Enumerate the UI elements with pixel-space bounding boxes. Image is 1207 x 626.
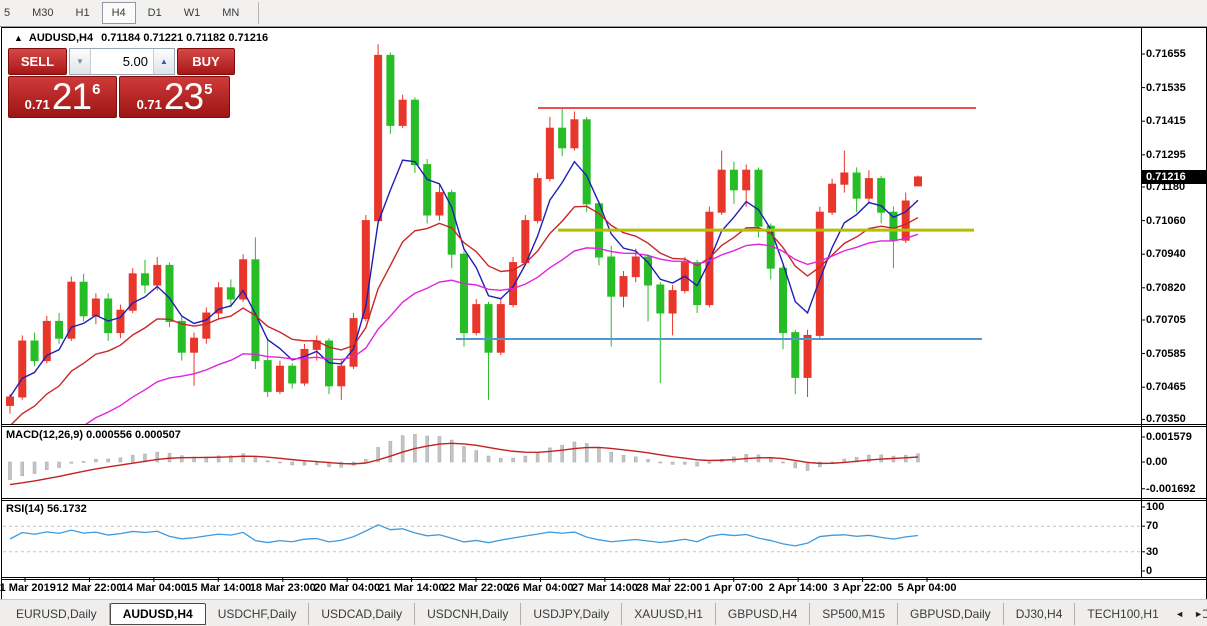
date-tick: 20 Mar 04:00 <box>314 582 381 594</box>
date-tick: 12 Mar 22:00 <box>56 582 123 594</box>
date-tick: 18 Mar 23:00 <box>249 582 316 594</box>
sell-button[interactable]: SELL <box>8 48 67 75</box>
sell-price-prefix: 0.71 <box>24 96 50 112</box>
price-tick: 0.71060 <box>1146 214 1186 227</box>
chart-window: ▲ AUDUSD,H4 0.71184 0.71221 0.71182 0.7121… <box>0 27 1207 600</box>
price-tick: 0.70820 <box>1146 281 1186 294</box>
sell-price-box[interactable]: 0.71 21 6 <box>8 76 117 118</box>
timeframe-button-mn[interactable]: MN <box>212 2 249 24</box>
macd-plot[interactable] <box>8 434 920 486</box>
chart-tab-usdcad-daily[interactable]: USDCAD,Daily <box>309 602 416 625</box>
timeframe-buttons: 5 M30 H1 H4 D1 W1 MN <box>0 2 250 24</box>
rsi-tick: 0 <box>1146 565 1153 577</box>
chart-tab-eurusd-daily[interactable]: EURUSD,Daily <box>4 602 110 625</box>
volume-field[interactable]: 5.00 <box>91 49 153 74</box>
timeframe-button-5[interactable]: 5 <box>1 2 20 24</box>
arrow-right-icon: ► <box>1194 608 1203 619</box>
chart-tab-xauusd-h1[interactable]: XAUUSD,H1 <box>622 602 716 625</box>
timeframe-button-h1[interactable]: H1 <box>66 2 100 24</box>
chart-title: ▲ AUDUSD,H4 0.71184 0.71221 0.71182 0.7121… <box>14 32 268 44</box>
date-tick: 22 Mar 22:00 <box>442 582 510 594</box>
one-click-trade-panel: SELL ▼ 5.00 ▲ BUY 0.71 21 6 0.71 23 5 <box>8 48 239 118</box>
price-tick: 0.71415 <box>1146 115 1186 128</box>
timeframe-button-h4[interactable]: H4 <box>101 2 136 24</box>
macd-tick: 0.001579 <box>1146 431 1192 443</box>
chart-tabs: EURUSD,Daily AUDUSD,H4 USDCHF,Daily USDCAD,… <box>4 602 1207 625</box>
price-tick: 0.71655 <box>1146 48 1186 60</box>
arrow-left-icon: ◄ <box>1175 608 1185 619</box>
rsi-tick: 30 <box>1146 545 1159 558</box>
chart-tab-sp500-m15[interactable]: SP500,M15 <box>810 602 898 625</box>
ohlc-values: 0.71184 0.71221 0.71182 0.71216 <box>101 32 269 44</box>
chart-tab-usdcnh-daily[interactable]: USDCNH,Daily <box>415 602 522 625</box>
price-tick: 0.71295 <box>1146 148 1186 161</box>
buy-price-box[interactable]: 0.71 23 5 <box>119 76 230 118</box>
macd-tick: -0.001692 <box>1146 482 1196 495</box>
tab-scroll-left-button[interactable]: ◄ <box>1175 609 1184 619</box>
chart-tab-tech100-h1[interactable]: TECH100,H1 <box>1075 602 1172 625</box>
tab-scroll-right-button[interactable]: ► <box>1194 609 1203 619</box>
buy-price-big: 23 <box>163 76 204 117</box>
volume-spinner: ▼ 5.00 ▲ <box>69 48 175 75</box>
date-tick: 3 Apr 22:00 <box>833 582 893 594</box>
price-tick: 0.70350 <box>1146 413 1186 426</box>
rsi-line <box>9 524 919 547</box>
rsi-plot[interactable] <box>3 524 1141 553</box>
date-tick: 21 Mar 14:00 <box>378 582 445 594</box>
macd-tick: 0.00 <box>1146 456 1168 468</box>
chart-tab-usdjpy-daily[interactable]: USDJPY,Daily <box>521 602 623 625</box>
date-tick: 14 Mar 04:00 <box>120 582 187 594</box>
date-tick: 11 Mar 2019 <box>0 582 56 594</box>
buy-price-prefix: 0.71 <box>136 96 162 112</box>
mt4-terminal: 5 M30 H1 H4 D1 W1 MN ▲ AUDUSD,H4 0.71184 0.71221… <box>0 0 1207 626</box>
current-price-tag: 0.71216 <box>1142 169 1207 184</box>
price-tick: 0.70940 <box>1146 248 1186 261</box>
date-tick: 15 Mar 14:00 <box>185 582 252 594</box>
date-tick: 5 Apr 04:00 <box>897 582 957 594</box>
buy-button[interactable]: BUY <box>177 48 235 75</box>
volume-decrease-button[interactable]: ▼ <box>70 49 91 74</box>
buy-price-pip: 5 <box>204 80 213 98</box>
macd-label: MACD(12,26,9) 0.000556 0.000507 <box>6 429 181 441</box>
date-tick: 1 Apr 07:00 <box>704 582 764 594</box>
sell-price-pip: 6 <box>92 80 101 98</box>
chart-tab-dj30-h4[interactable]: DJ30,H4 <box>1004 602 1076 625</box>
price-tick: 0.71535 <box>1146 81 1186 94</box>
chart-tab-gbpusd-daily[interactable]: GBPUSD,Daily <box>898 602 1004 625</box>
date-tick: 26 Mar 04:00 <box>507 582 574 594</box>
symbol-title: AUDUSD,H4 <box>28 32 94 44</box>
timeframe-button-m30[interactable]: M30 <box>22 2 63 24</box>
price-tick: 0.70465 <box>1146 381 1186 394</box>
rsi-label: RSI(14) 56.1732 <box>6 503 87 515</box>
timeframe-toolbar: 5 M30 H1 H4 D1 W1 MN <box>0 0 1207 27</box>
toolbar-separator <box>258 2 260 24</box>
rsi-tick: 70 <box>1146 520 1159 533</box>
price-tick: 0.70585 <box>1146 347 1186 360</box>
chart-tab-audusd-h4[interactable]: AUDUSD,H4 <box>109 602 206 625</box>
tab-scroll-arrows: ◄ ► <box>1167 600 1203 626</box>
volume-increase-button[interactable]: ▲ <box>153 49 174 74</box>
date-tick: 2 Apr 14:00 <box>768 582 828 594</box>
rsi-tick: 100 <box>1146 501 1165 513</box>
timeframe-button-w1[interactable]: W1 <box>174 2 211 24</box>
timeframe-button-d1[interactable]: D1 <box>138 2 172 24</box>
date-tick: 28 Mar 22:00 <box>636 582 703 594</box>
triangle-up-icon: ▲ <box>160 57 168 66</box>
chart-tab-gbpusd-h4[interactable]: GBPUSD,H4 <box>716 602 811 625</box>
one-click-toggle-icon[interactable]: ▲ <box>14 33 23 43</box>
triangle-down-icon: ▼ <box>76 57 84 66</box>
chart-tab-usdchf-daily[interactable]: USDCHF,Daily <box>206 602 310 625</box>
price-tick: 0.70705 <box>1146 314 1186 326</box>
date-tick: 27 Mar 14:00 <box>571 582 638 594</box>
sell-price-big: 21 <box>51 76 92 117</box>
chart-tab-bar: EURUSD,Daily AUDUSD,H4 USDCHF,Daily USDCAD,… <box>0 599 1207 626</box>
